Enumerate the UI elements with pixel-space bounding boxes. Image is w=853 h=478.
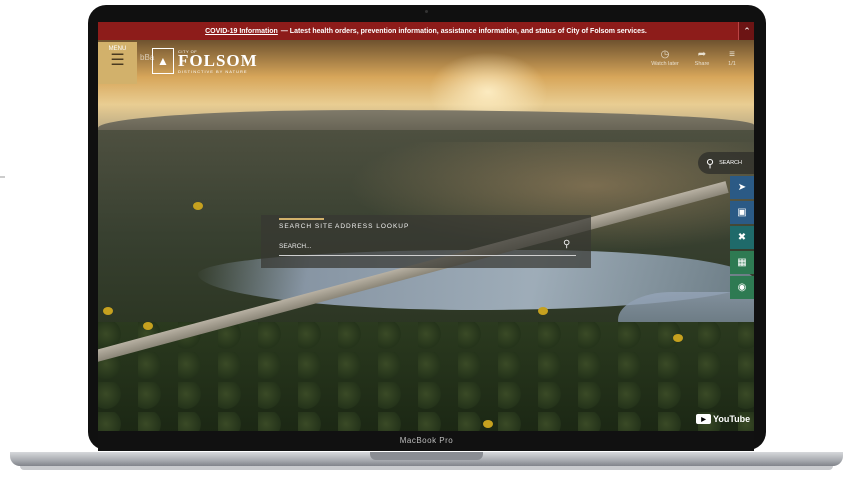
camera-dot <box>425 10 428 13</box>
tab-search-site[interactable]: SEARCH SITE <box>279 223 333 230</box>
covid-banner: COVID-19 Information — Latest health ord… <box>98 22 754 40</box>
menu-button[interactable]: MENU ☰ <box>98 42 137 84</box>
device-label: MacBook Pro <box>399 436 454 445</box>
clock-icon: ◷ <box>660 49 670 60</box>
play-icon: ▶ <box>696 414 711 424</box>
logo-tagline: DISTINCTIVE BY NATURE <box>178 69 248 74</box>
playlist-icon: ≡ <box>729 49 735 60</box>
browser-screen: COVID-19 Information — Latest health ord… <box>98 22 754 431</box>
logo-mark-icon: ▲ <box>152 48 174 74</box>
active-tab-indicator <box>279 218 324 220</box>
laptop-foot <box>20 466 833 470</box>
youtube-logo[interactable]: ▶ YouTube <box>696 414 750 424</box>
autumn-tree <box>193 202 203 210</box>
autumn-tree <box>673 334 683 342</box>
search-panel: SEARCH SITE ADDRESS LOOKUP SEARCH... ⚲ <box>261 215 591 268</box>
autumn-tree <box>483 420 493 428</box>
playlist-count: 1/1 <box>728 61 736 67</box>
search-icon[interactable]: ⚲ <box>563 239 570 250</box>
side-search-label: SEARCH <box>719 160 742 166</box>
search-input[interactable]: SEARCH... <box>279 243 312 250</box>
laptop-notch <box>370 452 483 460</box>
autumn-tree <box>143 322 153 330</box>
covid-banner-text: — Latest health orders, prevention infor… <box>280 27 647 35</box>
hamburger-icon: ☰ <box>110 52 125 69</box>
calendar-icon[interactable]: ▦ <box>730 251 754 274</box>
search-underline <box>279 255 576 256</box>
watch-later-button[interactable]: ◷ Watch later <box>648 49 682 67</box>
foreground-trees <box>98 322 754 431</box>
side-search-button[interactable]: ⚲ SEARCH <box>698 152 754 174</box>
folsom-logo[interactable]: ▲ CITY OF FOLSOM DISTINCTIVE BY NATURE <box>152 48 272 78</box>
youtube-label: YouTube <box>713 414 751 424</box>
tab-address-lookup[interactable]: ADDRESS LOOKUP <box>335 223 409 230</box>
payment-icon[interactable]: ◉ <box>730 276 754 299</box>
watch-later-label: Watch later <box>651 61 679 67</box>
share-button[interactable]: ➦ Share <box>685 49 719 67</box>
search-icon: ⚲ <box>706 157 715 170</box>
share-icon: ➦ <box>697 49 707 60</box>
logo-name: FOLSOM <box>178 51 258 70</box>
double-chevron-up-icon[interactable]: ⌃ <box>738 22 754 40</box>
cursor-icon[interactable]: ➤ <box>730 176 754 199</box>
playlist-button[interactable]: ≡ 1/1 <box>715 49 749 67</box>
covid-info-link[interactable]: COVID-19 Information <box>205 28 278 35</box>
newspaper-icon[interactable]: ▣ <box>730 201 754 224</box>
edge-mark <box>0 176 5 178</box>
share-label: Share <box>694 61 710 67</box>
autumn-tree <box>538 307 548 315</box>
tools-icon[interactable]: ✖ <box>730 226 754 249</box>
autumn-tree <box>103 307 113 315</box>
